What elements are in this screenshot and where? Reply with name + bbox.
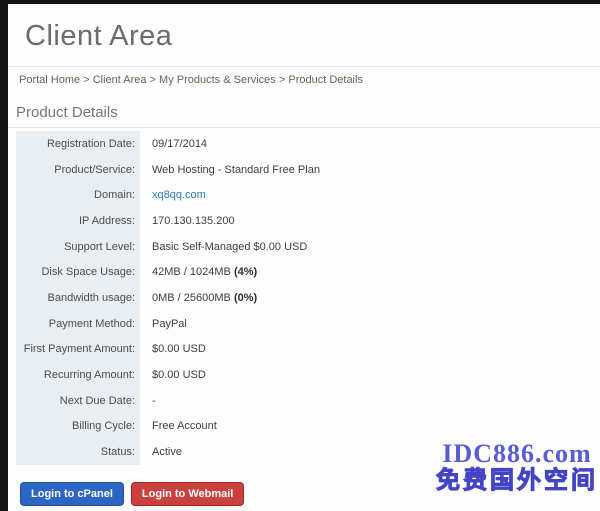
row-label: Recurring Amount: [16, 362, 140, 388]
table-row-first-payment-amount: First Payment Amount: $0.00 USD [16, 337, 586, 363]
row-label: Domain: [16, 182, 140, 208]
watermark-chinese-text: 免费国外空间 [436, 466, 598, 494]
table-row-domain: Domain: xq8qq.com [16, 182, 586, 208]
table-row-recurring-amount: Recurring Amount: $0.00 USD [16, 362, 586, 388]
row-value-text: Web Hosting - Standard Free Plan [152, 164, 320, 176]
breadcrumb-current-product-details: Product Details [288, 74, 363, 86]
breadcrumb-link-portal-home[interactable]: Portal Home [19, 74, 80, 86]
table-row-registration-date: Registration Date: 09/17/2014 [16, 131, 586, 157]
breadcrumb-link-my-products-services[interactable]: My Products & Services [159, 74, 276, 86]
row-value: xq8qq.com [140, 189, 206, 201]
table-row-bandwidth-usage: Bandwidth usage: 0MB / 25600MB (0%) [16, 285, 586, 311]
breadcrumb: Portal Home > Client Area > My Products … [19, 74, 363, 86]
row-label: Bandwidth usage: [16, 285, 140, 311]
breadcrumb-separator: > [80, 74, 93, 86]
row-value-text: 170.130.135.200 [152, 215, 235, 227]
row-value-bold: (0%) [234, 292, 257, 304]
row-value: $0.00 USD [140, 343, 206, 355]
row-value: Active [140, 446, 182, 458]
client-area-page: Client Area Portal Home > Client Area > … [0, 0, 600, 511]
row-label: First Payment Amount: [16, 337, 140, 363]
row-value-text: $0.00 USD [152, 343, 206, 355]
table-row-product-service: Product/Service: Web Hosting - Standard … [16, 157, 586, 183]
row-label: Payment Method: [16, 311, 140, 337]
row-value-text: PayPal [152, 318, 187, 330]
action-buttons: Login to cPanel Login to Webmail [20, 482, 244, 506]
row-value-text: 42MB / 1024MB [152, 266, 234, 278]
login-to-webmail-button[interactable]: Login to Webmail [131, 482, 244, 506]
breadcrumb-link-client-area[interactable]: Client Area [93, 74, 147, 86]
row-label: Registration Date: [16, 131, 140, 157]
row-label: Status: [16, 439, 140, 465]
table-row-next-due-date: Next Due Date: - [16, 388, 586, 414]
row-label: Disk Space Usage: [16, 259, 140, 285]
row-label: Support Level: [16, 234, 140, 260]
product-details-table: Registration Date: 09/17/2014 Product/Se… [16, 131, 586, 465]
status-value: Active [152, 446, 182, 458]
row-value: 0MB / 25600MB (0%) [140, 292, 257, 304]
row-value-text: Free Account [152, 420, 217, 432]
table-row-billing-cycle: Billing Cycle: Free Account [16, 414, 586, 440]
table-row-disk-space-usage: Disk Space Usage: 42MB / 1024MB (4%) [16, 259, 586, 285]
breadcrumb-separator: > [147, 74, 160, 86]
row-value-bold: (4%) [234, 266, 257, 278]
row-value: 170.130.135.200 [140, 215, 235, 227]
row-value: Free Account [140, 420, 217, 432]
top-frame-bar [0, 0, 600, 4]
breadcrumb-separator: > [276, 74, 289, 86]
divider [8, 127, 600, 128]
row-value: 42MB / 1024MB (4%) [140, 266, 257, 278]
row-value-text: 09/17/2014 [152, 138, 207, 150]
left-frame-bar [0, 0, 8, 511]
row-label: Billing Cycle: [16, 414, 140, 440]
section-title: Product Details [16, 104, 118, 121]
row-value: 09/17/2014 [140, 138, 207, 150]
table-row-status: Status: Active [16, 439, 586, 465]
row-value-text: Basic Self-Managed $0.00 USD [152, 241, 307, 253]
row-label: Product/Service: [16, 157, 140, 183]
row-label: Next Due Date: [16, 388, 140, 414]
row-value: Basic Self-Managed $0.00 USD [140, 241, 307, 253]
domain-link[interactable]: xq8qq.com [152, 189, 206, 201]
row-value: - [140, 395, 156, 407]
row-value: Web Hosting - Standard Free Plan [140, 164, 320, 176]
table-row-support-level: Support Level: Basic Self-Managed $0.00 … [16, 234, 586, 260]
row-label: IP Address: [16, 208, 140, 234]
row-value-text: 0MB / 25600MB [152, 292, 234, 304]
login-to-cpanel-button[interactable]: Login to cPanel [20, 482, 124, 506]
row-value-text: - [152, 395, 156, 407]
row-value-text: $0.00 USD [152, 369, 206, 381]
table-row-ip-address: IP Address: 170.130.135.200 [16, 208, 586, 234]
table-row-payment-method: Payment Method: PayPal [16, 311, 586, 337]
page-title: Client Area [25, 20, 172, 53]
row-value: $0.00 USD [140, 369, 206, 381]
row-value: PayPal [140, 318, 187, 330]
divider [8, 66, 600, 67]
